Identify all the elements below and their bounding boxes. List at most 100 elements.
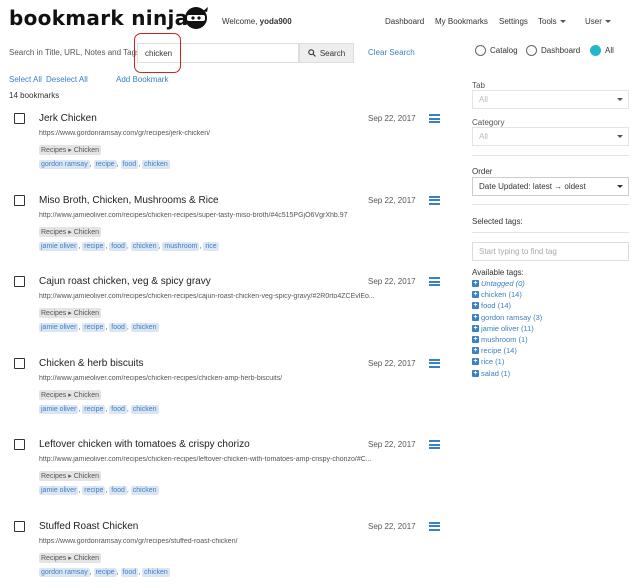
available-tag-item[interactable]: + chicken (14): [472, 289, 542, 300]
tag-chip[interactable]: food: [120, 160, 139, 169]
bookmark-folder[interactable]: Recipes ▸ Chicken: [39, 471, 101, 481]
bookmark-tags: jamie oliver, recipe, food, chicken: [39, 486, 159, 495]
tag-chip[interactable]: chicken: [130, 323, 159, 332]
hamburger-menu-icon[interactable]: [429, 195, 440, 205]
view-catalog[interactable]: Catalog: [475, 45, 518, 56]
hamburger-menu-icon[interactable]: [429, 114, 440, 123]
tag-chip[interactable]: chicken: [130, 404, 159, 414]
order-select[interactable]: Date Updated: latest → oldest: [472, 177, 629, 196]
bookmark-tags: gordon ramsay, recipe, food, chicken: [39, 567, 170, 577]
available-tag-item[interactable]: + salad (1): [472, 368, 542, 379]
tag-chip[interactable]: jamie oliver: [39, 404, 79, 414]
bookmark-folder[interactable]: Recipes ▸ Chicken: [39, 226, 101, 237]
username: yoda900: [259, 17, 292, 26]
bookmark-folder[interactable]: Recipes ▸ Chicken: [39, 308, 101, 318]
tag-chip[interactable]: recipe: [82, 404, 106, 414]
bookmark-url[interactable]: https://www.gordonramsay.com/gr/recipes/…: [39, 130, 417, 137]
bookmark-checkbox[interactable]: [14, 276, 25, 287]
tag-chip[interactable]: rice: [203, 241, 219, 251]
tab-select[interactable]: All: [472, 90, 629, 109]
tag-chip[interactable]: gordon ramsay: [39, 567, 90, 577]
available-tag-item[interactable]: + recipe (14): [472, 345, 542, 356]
deselect-all-link[interactable]: Deselect All: [46, 75, 88, 84]
view-all[interactable]: All: [590, 45, 614, 56]
tag-chip[interactable]: chicken: [142, 567, 170, 577]
bookmark-folder[interactable]: Recipes ▸ Chicken: [39, 552, 101, 563]
plus-icon: +: [472, 291, 479, 299]
bookmark-url[interactable]: http://www.jamieoliver.com/recipes/chick…: [39, 456, 417, 463]
bookmark-url[interactable]: http://www.jamieoliver.com/recipes/chick…: [39, 293, 417, 300]
tag-chip[interactable]: food: [109, 241, 127, 251]
bookmark-title[interactable]: Cajun roast chicken, veg & spicy gravy: [39, 276, 211, 287]
hamburger-menu-icon[interactable]: [429, 521, 440, 531]
hamburger-menu-icon[interactable]: [429, 358, 440, 368]
find-tag-input[interactable]: Start typing to find tag: [472, 242, 629, 261]
bookmark-title[interactable]: Chicken & herb biscuits: [39, 358, 144, 369]
available-tags-list: + Untagged (0) + chicken (14) + food (14) + gor…: [472, 278, 542, 379]
available-tag-item[interactable]: + mushroom (1): [472, 334, 542, 345]
plus-icon: +: [472, 358, 479, 366]
available-tag-item[interactable]: + jamie oliver (11): [472, 323, 542, 334]
tag-chip[interactable]: food: [120, 567, 139, 577]
nav-my-bookmarks[interactable]: My Bookmarks: [435, 17, 488, 26]
tag-chip[interactable]: jamie oliver: [39, 486, 79, 495]
clear-search-link[interactable]: Clear Search: [368, 48, 415, 57]
available-tag-item[interactable]: + gordon ramsay (3): [472, 312, 542, 323]
bookmark-row: Miso Broth, Chicken, Mushrooms & Rice Se…: [0, 190, 460, 270]
bookmark-url[interactable]: http://www.jamieoliver.com/recipes/chick…: [39, 375, 417, 382]
bookmark-checkbox[interactable]: [14, 357, 25, 369]
bookmark-checkbox[interactable]: [14, 439, 25, 450]
search-input[interactable]: [137, 43, 299, 63]
available-tag-item[interactable]: + rice (1): [472, 356, 542, 367]
nav-tools[interactable]: Tools: [538, 17, 566, 26]
bookmark-title[interactable]: Leftover chicken with tomatoes & crispy …: [39, 439, 250, 450]
radio-icon: [526, 45, 537, 56]
hamburger-menu-icon[interactable]: [429, 440, 440, 449]
tag-chip[interactable]: food: [109, 486, 127, 495]
plus-icon: +: [472, 280, 479, 288]
add-bookmark-link[interactable]: Add Bookmark: [116, 75, 168, 84]
nav-settings[interactable]: Settings: [499, 17, 528, 26]
logo[interactable]: bookmark ninja: [9, 6, 188, 30]
tag-chip[interactable]: mushroom: [162, 241, 200, 251]
tag-chip[interactable]: recipe: [82, 486, 106, 495]
tag-separator: ,: [116, 161, 121, 168]
tag-chip[interactable]: jamie oliver: [39, 323, 79, 332]
tag-chip[interactable]: food: [109, 404, 127, 414]
nav-user[interactable]: User: [585, 17, 611, 26]
chevron-down-icon: [559, 20, 566, 24]
bookmark-checkbox[interactable]: [14, 520, 25, 532]
select-all-link[interactable]: Select All: [9, 75, 42, 84]
bookmark-title[interactable]: Miso Broth, Chicken, Mushrooms & Rice: [39, 195, 219, 206]
search-button[interactable]: Search: [299, 43, 354, 63]
bookmark-checkbox[interactable]: [14, 194, 25, 206]
tag-chip[interactable]: chicken: [130, 241, 159, 251]
plus-icon: +: [472, 324, 479, 332]
bookmark-url[interactable]: https://www.gordonramsay.com/gr/recipes/…: [39, 538, 417, 545]
hamburger-menu-icon[interactable]: [429, 277, 440, 286]
tag-chip[interactable]: recipe: [82, 241, 106, 251]
nav-dashboard[interactable]: Dashboard: [385, 17, 424, 26]
tag-chip[interactable]: food: [109, 323, 127, 332]
view-dashboard[interactable]: Dashboard: [526, 45, 580, 56]
bookmark-folder[interactable]: Recipes ▸ Chicken: [39, 145, 101, 155]
tag-chip[interactable]: gordon ramsay: [39, 160, 90, 169]
tag-chip[interactable]: recipe: [93, 160, 117, 169]
category-select[interactable]: All: [472, 127, 629, 146]
bookmark-checkbox[interactable]: [14, 113, 25, 124]
tag-chip[interactable]: chicken: [130, 486, 159, 495]
tag-separator: ,: [89, 161, 94, 168]
plus-icon: +: [472, 313, 479, 321]
bookmark-folder[interactable]: Recipes ▸ Chicken: [39, 389, 101, 400]
bookmark-url[interactable]: http://www.jamieoliver.com/recipes/chick…: [39, 212, 417, 219]
bookmark-date: Sep 22, 2017: [368, 277, 416, 286]
bookmark-title[interactable]: Stuffed Roast Chicken: [39, 521, 138, 532]
tag-chip[interactable]: jamie oliver: [39, 241, 79, 251]
tag-separator: ,: [89, 568, 94, 576]
tag-chip[interactable]: recipe: [93, 567, 117, 577]
tag-chip[interactable]: recipe: [82, 323, 106, 332]
available-tag-item[interactable]: + food (14): [472, 300, 542, 311]
available-tag-item[interactable]: + Untagged (0): [472, 278, 542, 289]
tag-chip[interactable]: chicken: [142, 160, 170, 169]
bookmark-title[interactable]: Jerk Chicken: [39, 113, 97, 124]
